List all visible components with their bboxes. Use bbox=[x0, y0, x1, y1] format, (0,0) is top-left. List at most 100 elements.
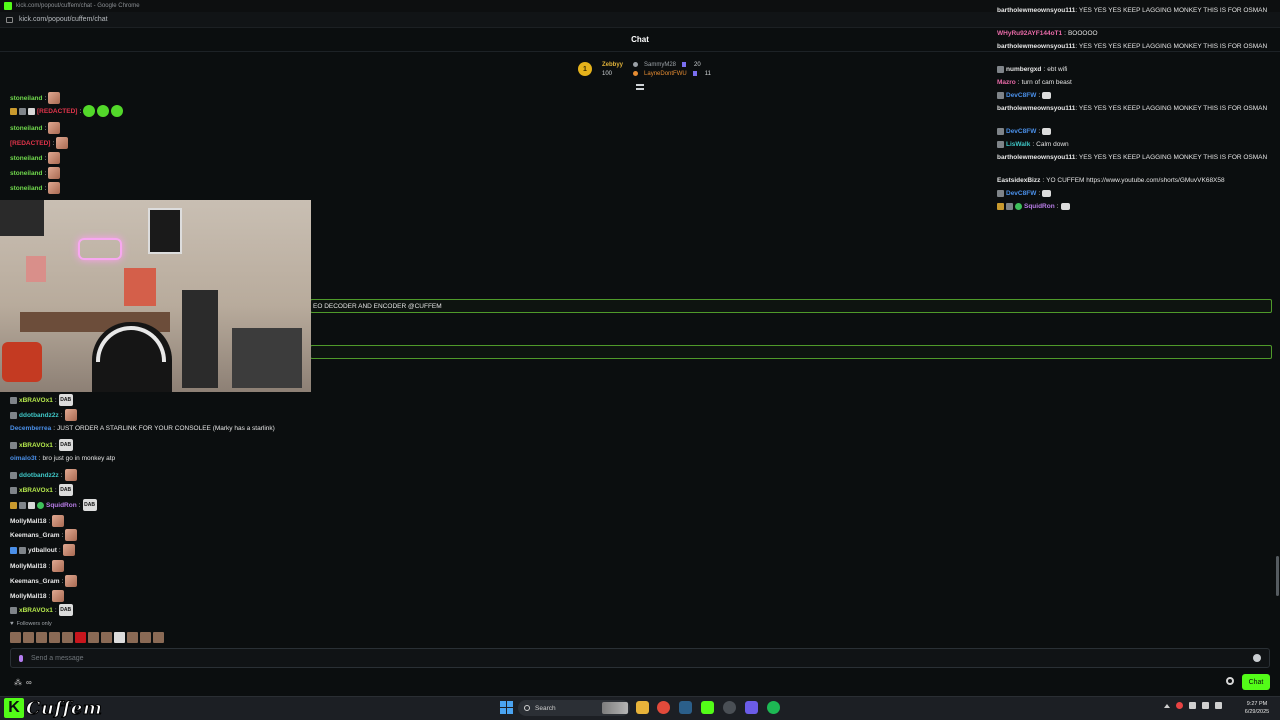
chat-message[interactable]: bartholewmeownsyou111: YES YES YES KEEP … bbox=[997, 42, 1269, 52]
gift-tools-icon[interactable]: ⁂ bbox=[14, 678, 22, 687]
chat-username[interactable]: stoneiland bbox=[10, 155, 43, 162]
chat-message[interactable]: stoneiland: bbox=[10, 182, 61, 194]
highlighted-message[interactable]: EO DECODER AND ENCODER @CUFFEM bbox=[310, 299, 1272, 313]
spotify-icon[interactable] bbox=[767, 701, 780, 714]
chat-message[interactable]: numbergxd: ebt wifi bbox=[997, 66, 1067, 73]
chat-message[interactable]: bartholewmeownsyou111: YES YES YES KEEP … bbox=[997, 104, 1269, 114]
emote-icon[interactable] bbox=[127, 632, 138, 643]
chat-message[interactable]: SquidRon: bbox=[997, 203, 1070, 210]
chat-message[interactable]: DevC8FW: bbox=[997, 128, 1052, 135]
chat-tools[interactable]: ⁂ ∞ bbox=[14, 678, 32, 687]
chat-username[interactable]: MollyMall18 bbox=[10, 593, 46, 600]
chat-message[interactable]: xBRAVOx1: DAB bbox=[10, 394, 73, 406]
chat-username[interactable]: Decemberrea bbox=[10, 425, 51, 432]
chat-username[interactable]: WHyRu92AYF144oT1 bbox=[997, 30, 1062, 37]
chat-message[interactable]: oimalo3t: bro just go in monkey atp bbox=[10, 455, 115, 462]
tray-app-icon[interactable] bbox=[1176, 702, 1183, 709]
chat-message[interactable]: Mazro: turn of cam beast bbox=[997, 79, 1072, 86]
chat-username[interactable]: ddotbandz2z bbox=[19, 472, 59, 479]
taskbar-search[interactable]: Search bbox=[518, 700, 630, 716]
site-info-icon[interactable] bbox=[6, 16, 13, 23]
chat-username[interactable]: SquidRon bbox=[1024, 203, 1055, 210]
emote-icon[interactable] bbox=[114, 632, 125, 643]
settings-gear-icon[interactable] bbox=[1226, 677, 1234, 685]
chat-message[interactable]: ddotbandz2z: bbox=[10, 469, 77, 481]
emote-icon[interactable] bbox=[101, 632, 112, 643]
chat-message[interactable]: MollyMall18: bbox=[10, 560, 65, 572]
emote-icon[interactable] bbox=[153, 632, 164, 643]
chat-message-input[interactable] bbox=[31, 654, 1245, 662]
chat-message[interactable]: SquidRon: DAB bbox=[10, 499, 97, 511]
network-icon[interactable] bbox=[1202, 702, 1209, 709]
chat-message[interactable]: [REDACTED]: bbox=[10, 137, 69, 149]
emote-icon[interactable] bbox=[62, 632, 73, 643]
recent-emotes-bar[interactable] bbox=[10, 632, 164, 643]
chat-input-container[interactable] bbox=[10, 648, 1270, 668]
chat-username[interactable]: bartholewmeownsyou111 bbox=[997, 154, 1075, 161]
chat-username[interactable]: xBRAVOx1 bbox=[19, 397, 53, 404]
chat-username[interactable]: numbergxd bbox=[1006, 66, 1041, 73]
chat-username[interactable]: xBRAVOx1 bbox=[19, 487, 53, 494]
system-tray[interactable] bbox=[1164, 702, 1222, 709]
file-explorer-icon[interactable] bbox=[636, 701, 649, 714]
chat-username[interactable]: ydballout bbox=[28, 547, 57, 554]
chat-message[interactable]: MollyMall18: bbox=[10, 515, 65, 527]
chat-message[interactable]: stoneiland: bbox=[10, 122, 61, 134]
chat-message[interactable]: EastsidexBizz: YO CUFFEM https://www.you… bbox=[997, 177, 1225, 184]
chat-username[interactable]: stoneiland bbox=[10, 125, 43, 132]
chat-username[interactable]: oimalo3t bbox=[10, 455, 37, 462]
chat-message[interactable]: Keemans_Gram: bbox=[10, 575, 78, 587]
emote-icon[interactable] bbox=[49, 632, 60, 643]
chat-username[interactable]: stoneiland bbox=[10, 95, 43, 102]
chat-username[interactable]: MollyMall18 bbox=[10, 518, 46, 525]
chat-message[interactable]: ydballout: bbox=[10, 544, 75, 556]
emote-icon[interactable] bbox=[10, 632, 21, 643]
chat-message[interactable]: Decemberrea: JUST ORDER A STARLINK FOR Y… bbox=[10, 425, 275, 432]
collapse-pinned-icon[interactable] bbox=[636, 84, 644, 90]
show-hidden-icons-icon[interactable] bbox=[1164, 703, 1170, 708]
chat-username[interactable]: DevC8FW bbox=[1006, 92, 1036, 99]
volume-icon[interactable] bbox=[1215, 702, 1222, 709]
chat-username[interactable]: xBRAVOx1 bbox=[19, 442, 53, 449]
chat-message[interactable]: Keemans_Gram: bbox=[10, 529, 78, 541]
chat-message[interactable]: [REDACTED]: bbox=[10, 105, 124, 117]
kick-app-icon[interactable] bbox=[701, 701, 714, 714]
chat-username[interactable]: bartholewmeownsyou111 bbox=[997, 7, 1075, 14]
emote-icon[interactable] bbox=[88, 632, 99, 643]
chat-message[interactable]: DevC8FW: bbox=[997, 190, 1052, 197]
emote-icon[interactable] bbox=[140, 632, 151, 643]
chat-username[interactable]: DevC8FW bbox=[1006, 128, 1036, 135]
chat-username[interactable]: bartholewmeownsyou111 bbox=[997, 105, 1075, 112]
chat-message[interactable]: DevC8FW: bbox=[997, 92, 1052, 99]
emote-icon[interactable] bbox=[75, 632, 86, 643]
chat-username[interactable]: stoneiland bbox=[10, 170, 43, 177]
url-text[interactable]: kick.com/popout/cuffem/chat bbox=[19, 16, 108, 23]
highlighted-message[interactable] bbox=[310, 345, 1272, 359]
emote-icon[interactable] bbox=[36, 632, 47, 643]
chat-message[interactable]: xBRAVOx1: DAB bbox=[10, 439, 73, 451]
chat-username[interactable]: MollyMall18 bbox=[10, 563, 46, 570]
chat-username[interactable]: [REDACTED] bbox=[10, 140, 50, 147]
chat-username[interactable]: SquidRon bbox=[46, 502, 77, 509]
emoji-picker-icon[interactable] bbox=[1253, 654, 1261, 662]
chat-username[interactable]: ddotbandz2z bbox=[19, 412, 59, 419]
chat-username[interactable]: EastsidexBizz bbox=[997, 177, 1040, 184]
emote-icon[interactable] bbox=[23, 632, 34, 643]
chat-message[interactable]: stoneiland: bbox=[10, 167, 61, 179]
chat-message[interactable]: xBRAVOx1: DAB bbox=[10, 484, 73, 496]
taskbar-clock[interactable]: 9:27 PM 6/29/2025 bbox=[1240, 700, 1274, 716]
chat-message[interactable]: bartholewmeownsyou111: YES YES YES KEEP … bbox=[997, 6, 1269, 16]
chat-username[interactable]: Mazro bbox=[997, 79, 1016, 86]
app-icon[interactable] bbox=[723, 701, 736, 714]
chat-scrollbar[interactable] bbox=[1276, 556, 1279, 596]
chat-message[interactable]: ddotbandz2z: bbox=[10, 409, 77, 421]
tray-app-icon[interactable] bbox=[1189, 702, 1196, 709]
chat-username[interactable]: Keemans_Gram bbox=[10, 532, 60, 539]
discord-icon[interactable] bbox=[745, 701, 758, 714]
chat-message[interactable]: stoneiland: bbox=[10, 92, 61, 104]
chat-username[interactable]: Keemans_Gram bbox=[10, 578, 60, 585]
microphone-icon[interactable] bbox=[19, 654, 23, 662]
send-chat-button[interactable]: Chat bbox=[1242, 674, 1270, 690]
chat-message[interactable]: WHyRu92AYF144oT1: BOOOOO bbox=[997, 30, 1098, 37]
chat-username[interactable]: [REDACTED] bbox=[37, 108, 77, 115]
